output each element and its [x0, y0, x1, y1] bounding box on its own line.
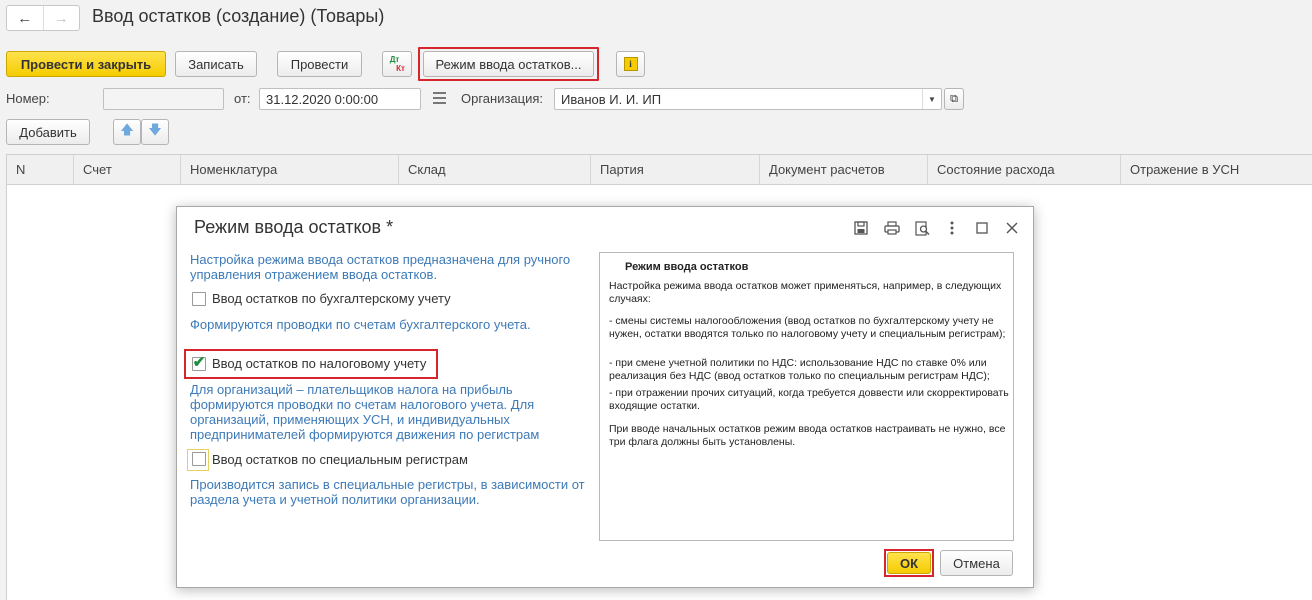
accounting-checkbox[interactable]: [192, 292, 206, 306]
info-icon: i: [623, 57, 638, 71]
arrow-left-icon: ←: [17, 9, 33, 27]
number-field[interactable]: [103, 88, 224, 110]
dt-label: Дт: [389, 55, 400, 64]
tax-note: Для организаций – плательщиков налога на…: [190, 382, 540, 442]
column-header-settlement-document[interactable]: Документ расчетов: [760, 155, 928, 184]
special-registers-checkbox-label[interactable]: Ввод остатков по специальным регистрам: [212, 452, 468, 467]
date-label: от:: [234, 91, 251, 106]
help-paragraph: При вводе начальных остатков режим ввода…: [609, 423, 1006, 448]
back-button[interactable]: ←: [7, 6, 44, 30]
column-header-nomenclature[interactable]: Номенклатура: [181, 155, 399, 184]
open-form-icon: ⧉: [950, 92, 958, 105]
help-paragraph: - смены системы налогообложения (ввод ос…: [609, 315, 1006, 340]
date-field[interactable]: 31.12.2020 0:00:00: [259, 88, 421, 110]
move-up-button[interactable]: 🡅: [113, 119, 141, 145]
column-header-warehouse[interactable]: Склад: [399, 155, 591, 184]
help-paragraph: Настройка режима ввода остатков может пр…: [609, 280, 1002, 305]
tax-checkbox-label[interactable]: Ввод остатков по налоговому учету: [212, 356, 426, 371]
organization-field[interactable]: Иванов И. И. ИП: [554, 88, 942, 110]
navigation-buttons: ← →: [6, 5, 80, 31]
special-registers-note: Производится запись в специальные регист…: [190, 477, 585, 507]
help-panel: Режим ввода остатков Настройка режима вв…: [599, 252, 1014, 541]
input-mode-dialog: Режим ввода остатков * Настройка режима …: [176, 206, 1034, 588]
accounting-checkbox-label[interactable]: Ввод остатков по бухгалтерскому учету: [212, 291, 451, 306]
table-header: N Счет Номенклатура Склад Партия Докумен…: [6, 154, 1312, 185]
arrow-right-icon: →: [53, 9, 69, 27]
column-header-batch[interactable]: Партия: [591, 155, 760, 184]
add-row-button[interactable]: Добавить: [6, 119, 90, 145]
forward-button[interactable]: →: [44, 6, 80, 30]
dialog-title: Режим ввода остатков *: [194, 217, 394, 237]
organization-label: Организация:: [461, 91, 544, 106]
special-registers-checkbox[interactable]: [192, 452, 206, 466]
open-form-button[interactable]: ⧉: [944, 88, 964, 110]
print-icon[interactable]: [883, 219, 901, 237]
number-label: Номер:: [6, 91, 50, 106]
save-button[interactable]: Записать: [175, 51, 257, 77]
move-down-button[interactable]: 🡇: [141, 119, 169, 145]
kt-label: Кт: [396, 64, 405, 73]
checkmark-icon: ✔: [192, 354, 206, 371]
move-down-icon: 🡇: [148, 122, 162, 137]
preview-icon[interactable]: [913, 219, 931, 237]
tax-checkbox[interactable]: ✔: [192, 354, 206, 371]
more-icon[interactable]: [943, 219, 961, 237]
column-header-account[interactable]: Счет: [74, 155, 181, 184]
help-paragraph: - при отражении прочих ситуаций, когда т…: [609, 387, 1009, 412]
ok-button[interactable]: ОК: [887, 552, 931, 574]
post-button[interactable]: Провести: [277, 51, 362, 77]
column-header-expense-state[interactable]: Состояние расхода: [928, 155, 1121, 184]
close-icon[interactable]: [1003, 219, 1021, 237]
maximize-icon[interactable]: [973, 219, 991, 237]
dropdown-arrow-icon[interactable]: ▼: [922, 89, 941, 109]
column-header-usn[interactable]: Отражение в УСН: [1121, 155, 1312, 184]
accounting-note: Формируются проводки по счетам бухгалтер…: [190, 317, 531, 332]
input-mode-button[interactable]: Режим ввода остатков...: [423, 51, 594, 77]
dt-kt-icon: Дт Кт: [389, 55, 405, 73]
move-up-icon: 🡅: [120, 122, 134, 137]
dt-kt-button[interactable]: Дт Кт: [382, 51, 412, 77]
help-title: Режим ввода остатков: [625, 261, 749, 273]
save-icon[interactable]: [852, 219, 870, 237]
help-paragraph: - при смене учетной политики по НДС: исп…: [609, 357, 990, 382]
column-header-n[interactable]: N: [7, 155, 74, 184]
post-and-close-button[interactable]: Провести и закрыть: [6, 51, 166, 77]
cancel-button[interactable]: Отмена: [940, 550, 1013, 576]
page-title: Ввод остатков (создание) (Товары): [92, 6, 385, 26]
calendar-icon[interactable]: [433, 92, 446, 104]
info-button[interactable]: i: [616, 51, 645, 77]
intro-text: Настройка режима ввода остатков предназн…: [190, 252, 571, 282]
